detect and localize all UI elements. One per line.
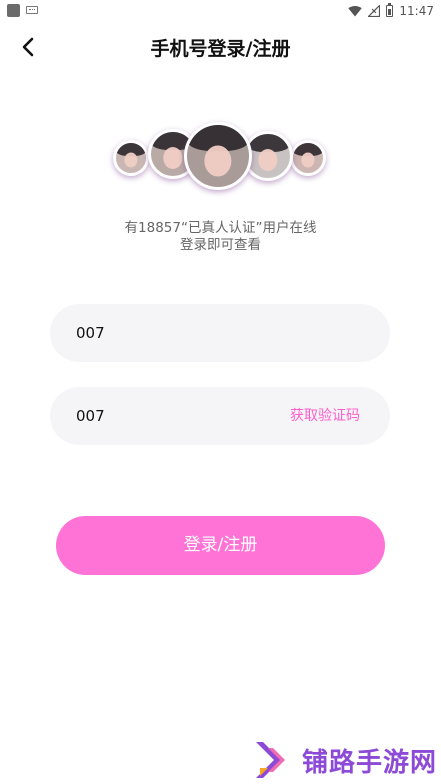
app-icon [7, 4, 20, 17]
verification-code-input[interactable] [76, 387, 276, 445]
get-code-button[interactable]: 获取验证码 [290, 387, 360, 445]
watermark: 铺路手游网 [252, 736, 441, 784]
avatar [184, 122, 252, 190]
keyboard-icon [26, 6, 38, 14]
wifi-icon [348, 5, 363, 17]
code-field[interactable]: 获取验证码 [50, 387, 390, 445]
avatar [290, 140, 326, 176]
status-bar: 11:47 [0, 0, 441, 22]
status-time: 11:47 [399, 4, 434, 18]
watermark-logo-icon [256, 742, 285, 778]
avatar [113, 140, 149, 176]
status-icons: 11:47 [348, 0, 434, 22]
page-title: 手机号登录/注册 [150, 38, 291, 60]
promo-text: 有18857“已真人认证”用户在线 登录即可查看 [0, 220, 441, 254]
promo-line-login-hint: 登录即可查看 [180, 237, 261, 253]
watermark-text: 铺路手游网 [302, 748, 438, 778]
login-register-button[interactable]: 登录/注册 [56, 516, 385, 575]
header: 手机号登录/注册 [0, 22, 441, 72]
battery-icon [386, 3, 394, 17]
promo-line-online-users: 有18857“已真人认证”用户在线 [124, 220, 317, 236]
signal-icon [368, 5, 381, 17]
phone-field[interactable] [50, 304, 390, 362]
avatar-group [0, 118, 441, 198]
phone-input[interactable] [76, 304, 276, 362]
